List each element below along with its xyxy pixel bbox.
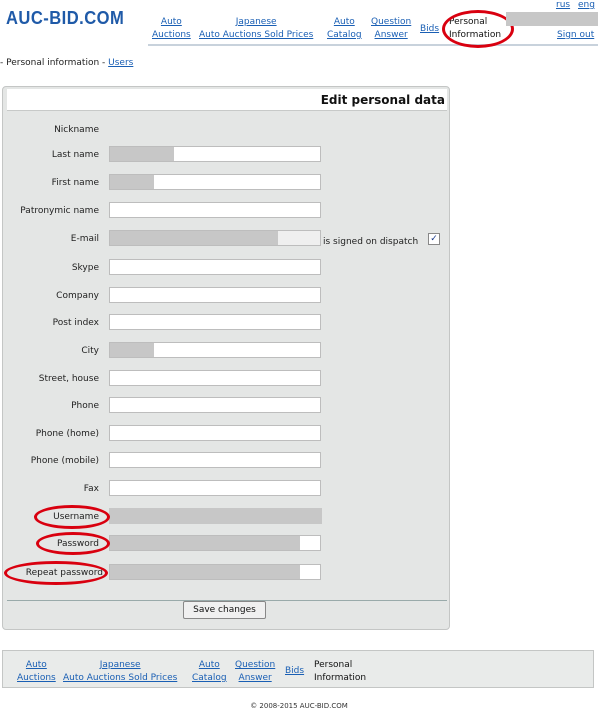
city-field[interactable] — [109, 342, 321, 358]
email-label: E-mail — [70, 234, 99, 244]
nav-label-line1: Question — [235, 660, 276, 670]
phone-home-label: Phone (home) — [35, 429, 99, 439]
redacted-user-area — [506, 12, 598, 26]
street-house-field[interactable] — [109, 370, 321, 386]
nav-label-line2: Catalog — [192, 673, 227, 683]
footer-nav-auto-auctions[interactable]: Auto Auctions — [17, 659, 56, 685]
nav-japanese-auctions-sold-prices[interactable]: Japanese Auto Auctions Sold Prices — [199, 16, 313, 42]
username-field[interactable] — [109, 508, 322, 524]
nav-label-line2: Auctions — [152, 30, 191, 40]
fax-label: Fax — [83, 484, 99, 494]
skype-field[interactable] — [109, 259, 321, 275]
footer-nav-personal-information-active: Personal Information — [314, 659, 366, 685]
repeat-password-field[interactable] — [109, 564, 321, 580]
password-field[interactable] — [109, 535, 321, 551]
lang-eng-link[interactable]: eng — [578, 0, 595, 10]
post-index-label: Post index — [52, 318, 99, 328]
nav-label-line1: Auto — [333, 17, 355, 27]
lang-rus-link[interactable]: rus — [556, 0, 570, 10]
nav-auto-auctions[interactable]: Auto Auctions — [152, 16, 191, 42]
city-label: City — [81, 346, 99, 356]
site-header: AUC-BID.COM Auto Auctions Japanese Auto … — [0, 0, 598, 48]
signed-on-dispatch-label: is signed on dispatch — [323, 237, 419, 247]
highlight-ellipse — [34, 505, 110, 529]
breadcrumb-current: - Personal information - — [0, 58, 109, 68]
highlight-ellipse — [36, 532, 110, 555]
site-logo[interactable]: AUC-BID.COM — [6, 8, 124, 29]
nav-label-line1: Japanese — [99, 660, 141, 670]
nickname-label: Nickname — [54, 125, 99, 135]
save-changes-button[interactable]: Save changes — [183, 601, 266, 619]
company-label: Company — [56, 291, 99, 301]
company-field[interactable] — [109, 287, 321, 303]
footer-nav-bids[interactable]: Bids — [285, 665, 304, 678]
panel-header: Edit personal data — [7, 89, 447, 111]
phone-home-field[interactable] — [109, 425, 321, 441]
email-field[interactable] — [109, 230, 321, 246]
nav-label-line1: Japanese — [235, 17, 277, 27]
footer-nav: Auto Auctions Japanese Auto Auctions Sol… — [2, 650, 594, 688]
street-house-label: Street, house — [38, 374, 99, 384]
sign-out-link[interactable]: Sign out — [557, 30, 594, 40]
last-name-label: Last name — [51, 150, 99, 160]
nav-label-line2: Answer — [374, 30, 408, 40]
nav-label-line1: Auto — [160, 17, 182, 27]
footer-nav-japanese-auctions-sold-prices[interactable]: Japanese Auto Auctions Sold Prices — [63, 659, 177, 685]
patronymic-label: Patronymic name — [20, 206, 99, 216]
nav-label-line2: Auctions — [17, 673, 56, 683]
nav-label-line2: Information — [314, 673, 367, 683]
first-name-field[interactable] — [109, 174, 321, 190]
copyright-notice: © 2008-2015 AUC-BID.COM — [250, 702, 348, 710]
breadcrumb: - Personal information - Users — [0, 58, 133, 68]
patronymic-field[interactable] — [109, 202, 321, 218]
phone-mobile-label: Phone (mobile) — [30, 456, 99, 466]
nav-label-line2: Auto Auctions Sold Prices — [63, 673, 178, 683]
last-name-field[interactable] — [109, 146, 321, 162]
fax-field[interactable] — [109, 480, 321, 496]
phone-label: Phone — [71, 401, 99, 411]
phone-mobile-field[interactable] — [109, 452, 321, 468]
redacted-value — [110, 536, 300, 550]
footer-nav-auto-catalog[interactable]: Auto Catalog — [192, 659, 227, 685]
nav-label-line2: Catalog — [327, 30, 362, 40]
highlight-ellipse — [4, 561, 108, 585]
nav-label-line1: Auto — [25, 660, 47, 670]
first-name-label: First name — [51, 178, 99, 188]
skype-label: Skype — [71, 263, 99, 273]
nav-label-line1: Personal — [314, 660, 353, 670]
phone-field[interactable] — [109, 397, 321, 413]
highlight-ellipse — [442, 10, 514, 48]
redacted-value — [110, 231, 278, 245]
nav-label-line2: Auto Auctions Sold Prices — [199, 30, 314, 40]
dispatch-checkbox[interactable]: ✓ — [428, 233, 440, 245]
nav-label-line1: Bids — [420, 24, 440, 34]
panel-title: Edit personal data — [320, 93, 445, 107]
post-index-field[interactable] — [109, 314, 321, 330]
nav-bids[interactable]: Bids — [420, 23, 439, 36]
redacted-value — [110, 175, 154, 189]
redacted-value — [110, 565, 300, 579]
nav-label-line1: Question — [371, 17, 412, 27]
redacted-value — [110, 343, 154, 357]
nav-question-answer[interactable]: Question Answer — [371, 16, 411, 42]
nav-label-line1: Bids — [285, 666, 305, 676]
redacted-value — [110, 147, 174, 161]
nav-label-line1: Auto — [198, 660, 220, 670]
footer-nav-question-answer[interactable]: Question Answer — [235, 659, 275, 685]
nav-auto-catalog[interactable]: Auto Catalog — [327, 16, 362, 42]
breadcrumb-users-link[interactable]: Users — [108, 58, 133, 68]
nav-label-line2: Answer — [238, 673, 272, 683]
